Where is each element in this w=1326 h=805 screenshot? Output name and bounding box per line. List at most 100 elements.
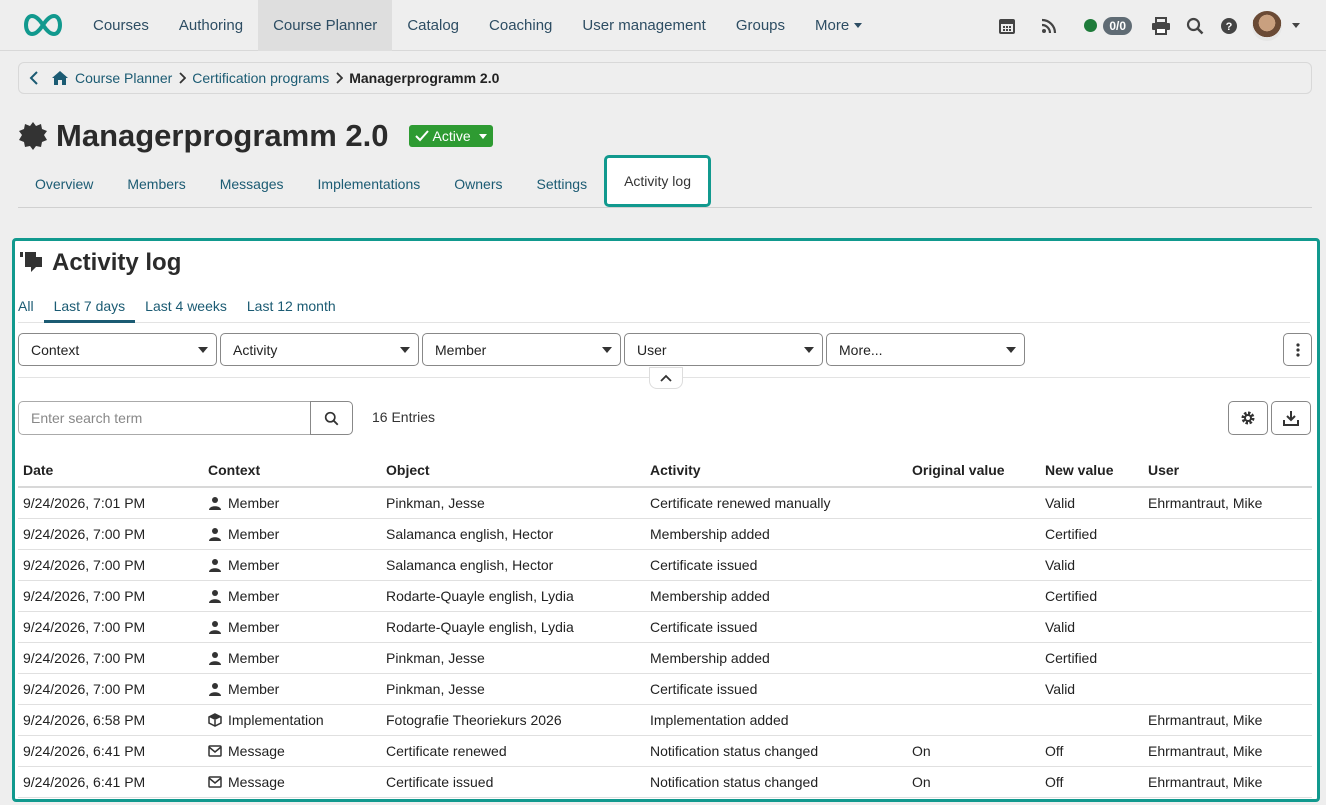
cell-original-value [907, 518, 1040, 550]
home-icon [52, 71, 68, 85]
online-status-icon[interactable] [1084, 19, 1098, 32]
filter-context[interactable]: Context [18, 333, 217, 366]
cell-activity: Notification status changed [645, 735, 907, 767]
breadcrumb-course-planner[interactable]: Course Planner [75, 70, 172, 86]
logo-icon[interactable] [20, 12, 66, 38]
col-object[interactable]: Object [381, 453, 645, 488]
cell-context: Implementation [203, 704, 381, 736]
col-original-value[interactable]: Original value [907, 453, 1040, 488]
nav-courses[interactable]: Courses [78, 0, 164, 51]
nav-course-planner[interactable]: Course Planner [258, 0, 393, 51]
print-icon[interactable] [1144, 9, 1178, 43]
table-row[interactable]: 9/24/2026, 7:00 PM Member Salamanca englis… [18, 549, 1312, 581]
avatar[interactable] [1252, 10, 1282, 41]
rss-icon[interactable] [1032, 9, 1066, 43]
tab-members[interactable]: Members [110, 161, 202, 207]
filter-more[interactable]: More... [826, 333, 1025, 366]
envelope-icon [208, 744, 222, 758]
collapse-filters-button[interactable] [649, 367, 683, 389]
search-icon[interactable] [1178, 9, 1212, 43]
tab-owners[interactable]: Owners [437, 161, 519, 207]
filter-member[interactable]: Member [422, 333, 621, 366]
nav-groups[interactable]: Groups [721, 0, 800, 51]
cell-date: 9/24/2026, 7:00 PM [18, 549, 203, 581]
cell-user [1143, 673, 1312, 705]
table-row[interactable]: 9/24/2026, 7:00 PM Member Rodarte-Quayle e… [18, 580, 1312, 612]
cell-user: Ehrmantraut, Mike [1143, 735, 1312, 767]
subtab-last-12-month[interactable]: Last 12 month [237, 291, 346, 321]
cell-user [1143, 580, 1312, 612]
person-icon [208, 527, 222, 541]
tab-settings[interactable]: Settings [519, 161, 604, 207]
chevron-down-icon[interactable] [1292, 23, 1300, 28]
tab-messages[interactable]: Messages [203, 161, 301, 207]
cell-activity: Certificate issued [645, 673, 907, 705]
col-new-value[interactable]: New value [1040, 453, 1143, 488]
tab-overview[interactable]: Overview [18, 161, 110, 207]
filter-label: Member [435, 341, 487, 358]
filter-label: Activity [233, 341, 278, 358]
col-activity[interactable]: Activity [645, 453, 907, 488]
cell-date: 9/24/2026, 6:41 PM [18, 735, 203, 767]
main-tabs: Overview Members Messages Implementation… [18, 155, 1312, 208]
calendar-icon[interactable] [990, 9, 1024, 43]
subtab-last-7-days[interactable]: Last 7 days [43, 291, 136, 323]
context-label: Member [228, 556, 280, 573]
subtab-all[interactable]: All [18, 291, 44, 321]
subtab-last-4-weeks[interactable]: Last 4 weeks [135, 291, 237, 321]
gear-icon [1241, 411, 1255, 425]
nav-coaching[interactable]: Coaching [474, 0, 567, 51]
table-row[interactable]: 9/24/2026, 7:00 PM Member Pinkman, Jesse Ce… [18, 673, 1312, 705]
cell-object: Rodarte-Quayle english, Lydia [381, 611, 645, 643]
table-row[interactable]: 9/24/2026, 7:00 PM Member Pinkman, Jesse Me… [18, 642, 1312, 674]
cell-context: Message [203, 735, 381, 767]
help-icon[interactable]: ? [1212, 9, 1246, 43]
cell-activity: Membership added [645, 518, 907, 550]
context-label: Member [228, 618, 280, 635]
breadcrumb-certification-programs[interactable]: Certification programs [192, 70, 329, 86]
certificate-seal-icon [19, 122, 47, 150]
entry-count: 16 Entries [372, 409, 436, 425]
cell-original-value: On [907, 735, 1040, 767]
more-options-button[interactable] [1283, 333, 1312, 366]
table-settings-button[interactable] [1228, 401, 1268, 435]
cell-new-value: Valid [1040, 611, 1143, 643]
table-row[interactable]: 9/24/2026, 7:00 PM Member Rodarte-Quayle e… [18, 611, 1312, 643]
tab-implementations[interactable]: Implementations [301, 161, 438, 207]
col-user[interactable]: User [1143, 453, 1312, 488]
export-button[interactable] [1271, 401, 1311, 435]
cell-context: Member [203, 580, 381, 612]
person-icon [208, 651, 222, 665]
cell-context: Member [203, 673, 381, 705]
table-row[interactable]: 9/24/2026, 6:58 PM Implementation Fotograf… [18, 704, 1312, 736]
chevron-left-icon[interactable] [29, 71, 39, 85]
nav-catalog[interactable]: Catalog [392, 0, 474, 51]
filter-user[interactable]: User [624, 333, 823, 366]
person-icon [208, 620, 222, 634]
chevron-up-icon [660, 374, 672, 382]
tab-activity-log[interactable]: Activity log [604, 155, 711, 207]
page-header: Managerprogramm 2.0 Active [18, 116, 493, 156]
status-badge[interactable]: 0/0 [1103, 16, 1132, 35]
table-row[interactable]: 9/24/2026, 6:41 PM Message Certificate iss… [18, 766, 1312, 798]
cube-icon [208, 712, 222, 727]
col-date[interactable]: Date [18, 453, 203, 488]
chevron-down-icon [804, 346, 814, 353]
table-row[interactable]: 9/24/2026, 7:01 PM Member Pinkman, Jesse Ce… [18, 487, 1312, 519]
chevron-down-icon [400, 346, 410, 353]
table-row[interactable]: 9/24/2026, 7:00 PM Member Salamanca englis… [18, 518, 1312, 550]
nav-user-management[interactable]: User management [567, 0, 720, 51]
nav-authoring[interactable]: Authoring [164, 0, 258, 51]
filter-label: User [637, 341, 667, 358]
col-context[interactable]: Context [203, 453, 381, 488]
nav-more[interactable]: More [800, 0, 877, 51]
search-input[interactable] [18, 401, 311, 435]
context-label: Member [228, 680, 280, 697]
table-row[interactable]: 9/24/2026, 6:41 PM Message Certificate ren… [18, 735, 1312, 767]
cell-date: 9/24/2026, 7:00 PM [18, 611, 203, 643]
search-button[interactable] [310, 401, 353, 435]
filter-bar: Context Activity Member User More... [18, 333, 1025, 366]
status-dropdown[interactable]: Active [408, 125, 493, 147]
filter-activity[interactable]: Activity [220, 333, 419, 366]
cell-new-value: Certified [1040, 642, 1143, 674]
